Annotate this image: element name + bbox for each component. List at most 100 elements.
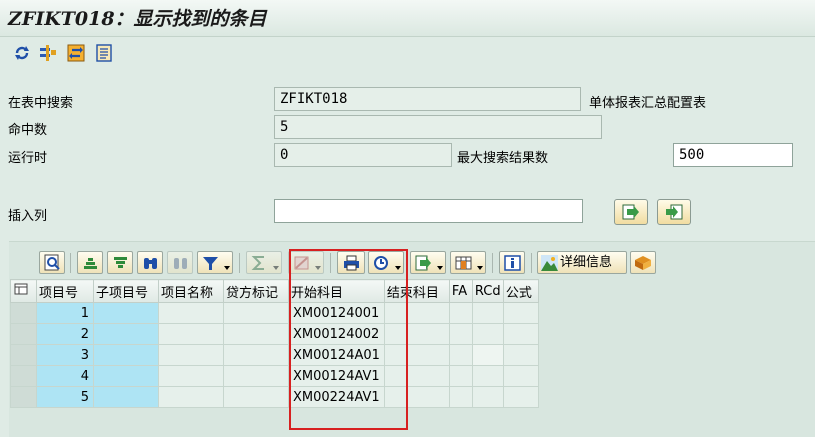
column-header-rcd[interactable]: RCd [471,279,504,303]
printer-icon [344,255,359,271]
change-icon[interactable] [67,44,85,62]
insert-column-input[interactable] [274,199,583,223]
cell-end-account[interactable] [383,386,450,408]
filter-icon[interactable] [39,44,57,62]
row-selector[interactable] [10,365,37,387]
refresh-icon[interactable] [13,44,31,62]
cell-subitem[interactable] [93,365,159,387]
print-button[interactable] [337,251,365,274]
cell-name[interactable] [158,344,224,366]
row-selector[interactable] [10,344,37,366]
cell-rcd[interactable] [471,344,504,366]
cell-start-account[interactable]: XM00124AV1 [288,365,385,387]
binoculars-icon [144,258,157,269]
cell-formula[interactable] [502,365,539,387]
cell-fa[interactable] [448,386,473,408]
cell-credit[interactable] [223,344,289,366]
column-header-start-account[interactable]: 开始科目 [288,279,385,303]
insert-column-label: 插入列 [8,209,48,224]
arrow-insert-icon [622,204,639,220]
table-row[interactable]: 3 XM00124A01 [10,344,539,366]
filter-dropdown-button[interactable] [197,251,233,274]
hits-label: 命中数 [8,123,48,138]
cell-end-account[interactable] [383,365,450,387]
runtime-field: 0 [274,143,452,167]
max-results-input[interactable]: 500 [673,143,793,167]
info-icon [504,255,521,271]
cell-formula[interactable] [502,323,539,345]
info-button[interactable] [499,251,525,274]
cell-start-account[interactable]: XM00224AV1 [288,386,385,408]
find-next-button[interactable] [167,251,193,274]
insert-column-button[interactable] [614,199,648,225]
cell-start-account[interactable]: XM00124001 [288,302,385,324]
select-all-cell[interactable] [10,279,37,303]
cell-fa[interactable] [448,344,473,366]
cell-start-account[interactable]: XM00124A01 [288,344,385,366]
cell-item[interactable]: 5 [36,386,94,408]
cell-item[interactable]: 4 [36,365,94,387]
cell-name[interactable] [158,302,224,324]
row-selector[interactable] [10,323,37,345]
sort-descending-button[interactable] [107,251,133,274]
hits-field: 5 [274,115,602,139]
column-header-credit[interactable]: 贷方标记 [223,279,289,303]
table-row[interactable]: 4 XM00124AV1 [10,365,539,387]
append-column-button[interactable] [657,199,691,225]
export-icon [415,255,431,271]
cell-credit[interactable] [223,302,289,324]
cell-formula[interactable] [502,386,539,408]
cell-fa[interactable] [448,323,473,345]
view-dropdown-button[interactable] [368,251,404,274]
cell-subitem[interactable] [93,344,159,366]
total-dropdown-button[interactable] [246,251,282,274]
column-header-subitem[interactable]: 子项目号 [93,279,159,303]
detail-info-button[interactable]: 详细信息 [537,251,627,274]
cell-subitem[interactable] [93,323,159,345]
cell-start-account[interactable]: XM00124002 [288,323,385,345]
row-selector[interactable] [10,302,37,324]
extra-button[interactable] [630,251,656,274]
cell-credit[interactable] [223,365,289,387]
cell-subitem[interactable] [93,302,159,324]
list-icon[interactable] [95,44,113,62]
cell-fa[interactable] [448,302,473,324]
table-row[interactable]: 5 XM00224AV1 [10,386,539,408]
find-button[interactable] [137,251,163,274]
cell-rcd[interactable] [471,365,504,387]
table-row[interactable]: 1 XM00124001 [10,302,539,324]
cell-rcd[interactable] [471,302,504,324]
row-selector[interactable] [10,386,37,408]
layout-dropdown-button[interactable] [450,251,486,274]
column-header-fa[interactable]: FA [448,279,473,303]
cell-credit[interactable] [223,323,289,345]
cell-name[interactable] [158,323,224,345]
arrow-append-icon [666,204,683,220]
subtotal-dropdown-button[interactable] [288,251,324,274]
cell-end-account[interactable] [383,302,450,324]
column-header-item[interactable]: 项目号 [36,279,94,303]
view-icon [374,256,388,270]
cell-name[interactable] [158,386,224,408]
cell-end-account[interactable] [383,323,450,345]
column-header-name[interactable]: 项目名称 [158,279,224,303]
cell-formula[interactable] [502,344,539,366]
export-dropdown-button[interactable] [410,251,446,274]
cell-credit[interactable] [223,386,289,408]
cell-item[interactable]: 2 [36,323,94,345]
cell-name[interactable] [158,365,224,387]
cell-formula[interactable] [502,302,539,324]
table-row[interactable]: 2 XM00124002 [10,323,539,345]
details-view-button[interactable] [39,251,65,274]
cell-item[interactable]: 1 [36,302,94,324]
sort-ascending-button[interactable] [77,251,103,274]
cell-subitem[interactable] [93,386,159,408]
column-header-end-account[interactable]: 结束科目 [383,279,450,303]
column-header-formula[interactable]: 公式 [502,279,539,303]
detail-info-label: 详细信息 [560,255,613,270]
cell-fa[interactable] [448,365,473,387]
cell-rcd[interactable] [471,323,504,345]
cell-rcd[interactable] [471,386,504,408]
cell-item[interactable]: 3 [36,344,94,366]
cell-end-account[interactable] [383,344,450,366]
